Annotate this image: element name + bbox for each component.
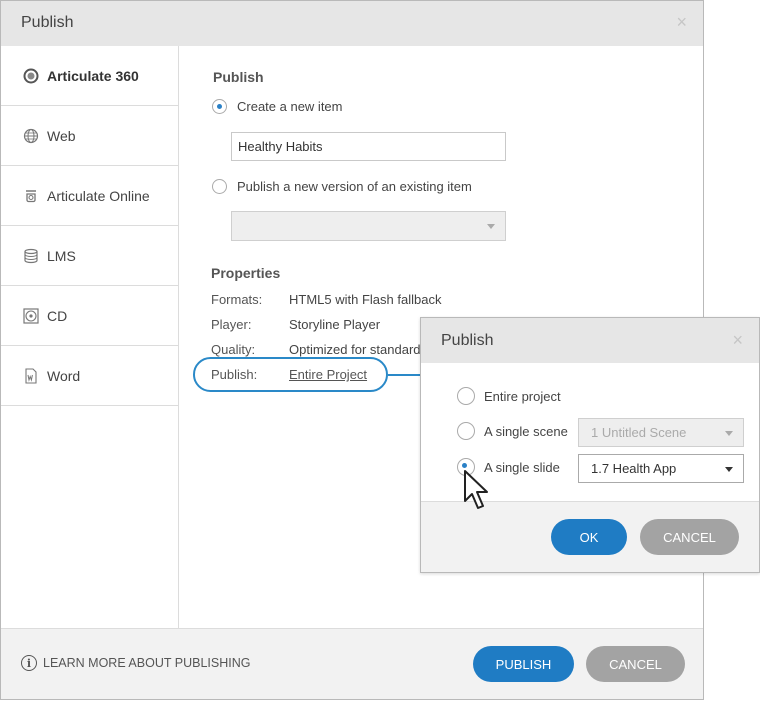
property-row-quality: Quality: Optimized for standard: [211, 342, 421, 357]
create-new-item-option[interactable]: Create a new item: [212, 99, 343, 114]
articulate-online-icon: [26, 189, 36, 202]
entire-project-radio[interactable]: [457, 387, 475, 405]
single-scene-option[interactable]: A single scene: [457, 422, 568, 440]
property-value[interactable]: Storyline Player: [289, 317, 380, 332]
property-label: Formats:: [211, 292, 263, 307]
publish-scope-link[interactable]: Entire Project: [289, 367, 367, 382]
property-value[interactable]: HTML5 with Flash fallback: [289, 292, 441, 307]
property-row-publish: Publish: Entire Project: [211, 367, 367, 382]
sidebar-item-web[interactable]: Web: [1, 106, 178, 166]
sidebar-item-articulate-online[interactable]: Articulate Online: [1, 166, 178, 226]
publish-section-heading: Publish: [213, 69, 264, 85]
single-scene-radio[interactable]: [457, 422, 475, 440]
slide-select[interactable]: 1.7 Health App: [578, 454, 744, 483]
sidebar-item-word[interactable]: Word: [1, 346, 178, 406]
chevron-down-icon: [487, 224, 495, 229]
publish-target-sidebar: Articulate 360 Web Articulate Online LMS…: [1, 46, 179, 629]
sidebar-item-cd[interactable]: CD: [1, 286, 178, 346]
sub-dialog-titlebar: Publish ×: [421, 318, 759, 363]
property-row-formats: Formats: HTML5 with Flash fallback: [211, 292, 441, 307]
dialog-footer: i LEARN MORE ABOUT PUBLISHING PUBLISH CA…: [1, 628, 703, 699]
publish-new-version-label: Publish a new version of an existing ite…: [237, 179, 472, 194]
property-label: Quality:: [211, 342, 256, 357]
info-icon: i: [21, 655, 37, 671]
item-name-input[interactable]: [231, 132, 506, 161]
create-new-item-label: Create a new item: [237, 99, 343, 114]
cancel-button[interactable]: CANCEL: [586, 646, 685, 682]
globe-icon: [23, 128, 39, 143]
create-new-item-radio[interactable]: [212, 99, 227, 114]
sub-dialog-title: Publish: [441, 332, 494, 349]
publish-new-version-option[interactable]: Publish a new version of an existing ite…: [212, 179, 472, 194]
learn-more-label: LEARN MORE ABOUT PUBLISHING: [43, 656, 251, 670]
entire-project-option[interactable]: Entire project: [457, 387, 561, 405]
dialog-titlebar: Publish ×: [1, 1, 703, 46]
properties-heading: Properties: [211, 265, 281, 281]
scene-select: 1 Untitled Scene: [578, 418, 744, 447]
ok-button[interactable]: OK: [551, 519, 627, 555]
articulate-360-icon: [23, 68, 39, 83]
sidebar-item-articulate-360[interactable]: Articulate 360: [1, 46, 178, 106]
sidebar-item-label: CD: [47, 307, 68, 324]
entire-project-label: Entire project: [484, 388, 561, 404]
learn-more-link[interactable]: i LEARN MORE ABOUT PUBLISHING: [21, 655, 250, 671]
publish-scope-dialog: Publish × Entire project A single scene …: [420, 317, 760, 573]
sub-cancel-button[interactable]: CANCEL: [640, 519, 739, 555]
sidebar-item-lms[interactable]: LMS: [1, 226, 178, 286]
publish-new-version-radio[interactable]: [212, 179, 227, 194]
sidebar-item-label: Web: [47, 127, 76, 144]
close-icon[interactable]: ×: [732, 330, 743, 351]
sidebar-item-label: LMS: [47, 247, 76, 264]
slide-select-value: 1.7 Health App: [591, 461, 677, 476]
close-icon[interactable]: ×: [676, 12, 687, 33]
chevron-down-icon: [725, 431, 733, 436]
property-label: Player:: [211, 317, 252, 332]
single-slide-label: A single slide: [484, 459, 560, 475]
sidebar-item-label: Articulate Online: [47, 187, 150, 204]
sidebar-item-label: Word: [47, 367, 81, 384]
dialog-title: Publish: [21, 14, 74, 31]
sidebar-item-label: Articulate 360: [47, 67, 139, 84]
existing-item-select: [231, 211, 506, 241]
property-value[interactable]: Optimized for standard: [289, 342, 421, 357]
chevron-down-icon: [725, 467, 733, 472]
publish-button[interactable]: PUBLISH: [473, 646, 574, 682]
database-icon: [24, 248, 38, 263]
word-document-icon: [25, 367, 37, 384]
property-label: Publish:: [211, 367, 258, 382]
scene-select-value: 1 Untitled Scene: [591, 425, 687, 440]
disc-icon: [23, 307, 39, 324]
mouse-pointer-icon: [464, 470, 488, 509]
single-scene-label: A single scene: [484, 423, 568, 439]
property-row-player: Player: Storyline Player: [211, 317, 380, 332]
